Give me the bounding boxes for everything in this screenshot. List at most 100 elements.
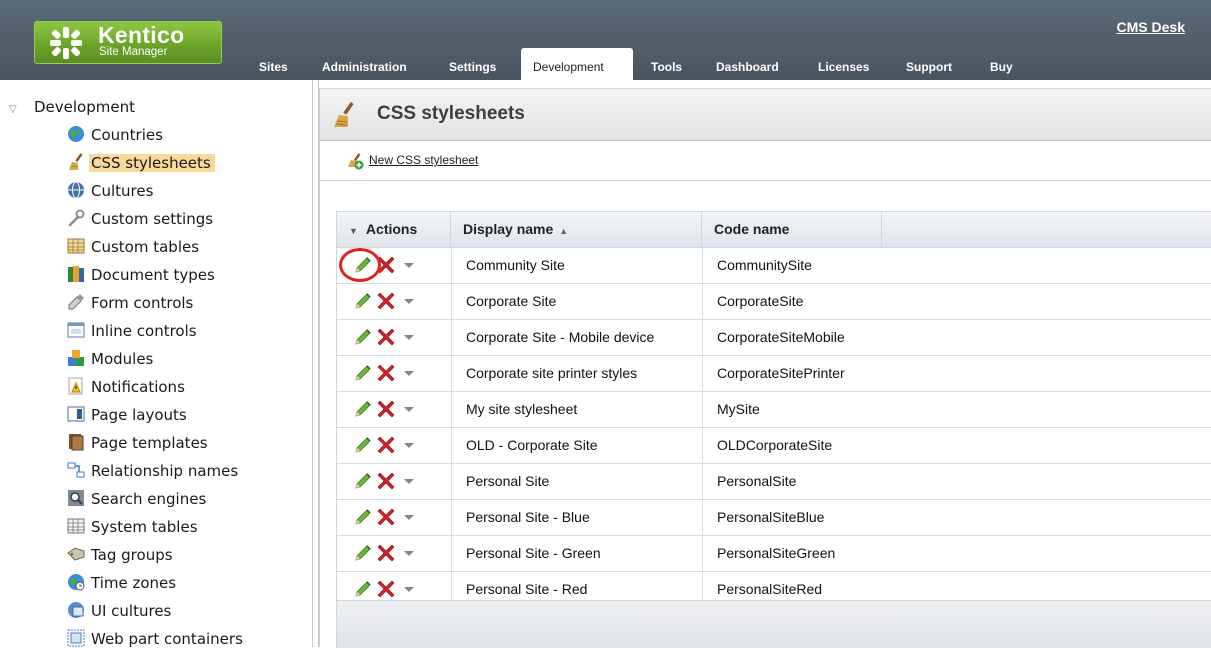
edit-pencil-icon[interactable] <box>353 399 373 419</box>
edit-pencil-icon[interactable] <box>353 471 373 491</box>
edit-pencil-icon[interactable] <box>353 507 373 527</box>
row-actions-cell <box>337 284 451 319</box>
tree-root-development[interactable]: ▽ Development <box>9 98 135 116</box>
table-row[interactable]: Personal Site PersonalSite <box>337 464 1211 500</box>
sidebar-item-label: Tag groups <box>91 546 173 564</box>
sidebar-item-countries[interactable]: Countries <box>67 123 167 147</box>
sidebar-item-tag-groups[interactable]: Tag groups <box>67 543 177 567</box>
tab-tools[interactable]: Tools <box>651 55 682 80</box>
code-name-cell: PersonalSiteGreen <box>702 536 882 571</box>
edit-pencil-icon[interactable] <box>353 579 373 599</box>
edit-pencil-icon[interactable] <box>353 291 373 311</box>
table-row[interactable]: OLD - Corporate Site OLDCorporateSite <box>337 428 1211 464</box>
table-row[interactable]: Personal Site - Blue PersonalSiteBlue <box>337 500 1211 536</box>
ui-culture-icon <box>68 602 84 618</box>
sidebar-item-label: Custom tables <box>91 238 200 256</box>
collapse-triangle-icon[interactable]: ▽ <box>9 104 21 115</box>
sidebar-item-label: Custom settings <box>91 210 214 228</box>
more-actions-dropdown-icon[interactable] <box>399 327 419 347</box>
sidebar-item-label: Time zones <box>91 574 177 592</box>
column-header-display-name[interactable]: Display name ▲ <box>451 212 702 247</box>
sidebar-item-notifications[interactable]: Notifications <box>67 375 189 399</box>
delete-x-icon[interactable] <box>376 291 396 311</box>
table-row[interactable]: Corporate Site - Mobile device Corporate… <box>337 320 1211 356</box>
sidebar-item-search-engines[interactable]: Search engines <box>67 487 210 511</box>
clock-globe-icon <box>68 574 85 591</box>
more-actions-dropdown-icon[interactable] <box>399 507 419 527</box>
more-actions-dropdown-icon[interactable] <box>399 399 419 419</box>
sidebar-item-page-templates[interactable]: Page templates <box>67 431 212 455</box>
tab-sites[interactable]: Sites <box>259 55 288 80</box>
tab-settings[interactable]: Settings <box>449 55 496 80</box>
sidebar-item-cultures[interactable]: Cultures <box>67 179 157 203</box>
chevron-down-icon[interactable]: ▼ <box>349 226 358 236</box>
pane-splitter[interactable] <box>312 80 319 647</box>
kentico-logo[interactable]: Kentico Site Manager <box>34 21 222 64</box>
sidebar-item-relationship-names[interactable]: Relationship names <box>67 459 242 483</box>
sidebar-item-css-stylesheets[interactable]: CSS stylesheets <box>67 151 215 175</box>
table-row[interactable]: Community Site CommunitySite <box>337 248 1211 284</box>
page-header: CSS stylesheets <box>319 88 1211 141</box>
sidebar-item-system-tables[interactable]: System tables <box>67 515 202 539</box>
main-content: CSS stylesheets New CSS stylesheet ▼ Acti… <box>319 80 1211 648</box>
delete-x-icon[interactable] <box>376 399 396 419</box>
delete-x-icon[interactable] <box>376 435 396 455</box>
new-css-stylesheet-link[interactable]: New CSS stylesheet <box>369 153 478 167</box>
sidebar-item-document-types[interactable]: Document types <box>67 263 219 287</box>
globe-icon <box>68 126 84 142</box>
row-actions-cell <box>337 428 451 463</box>
delete-x-icon[interactable] <box>376 363 396 383</box>
notification-icon <box>68 377 83 395</box>
display-name-cell: Community Site <box>451 248 702 283</box>
column-header-actions[interactable]: ▼ Actions <box>337 212 451 247</box>
display-name-cell: Personal Site - Green <box>451 536 702 571</box>
relationship-icon <box>67 462 85 478</box>
more-actions-dropdown-icon[interactable] <box>399 579 419 599</box>
delete-x-icon[interactable] <box>376 471 396 491</box>
sidebar-item-web-part-containers[interactable]: Web part containers <box>67 627 247 647</box>
table-row[interactable]: Corporate site printer styles CorporateS… <box>337 356 1211 392</box>
sidebar-item-page-layouts[interactable]: Page layouts <box>67 403 191 427</box>
row-actions-cell <box>337 248 451 283</box>
tab-buy[interactable]: Buy <box>990 55 1013 80</box>
sidebar-item-custom-settings[interactable]: Custom settings <box>67 207 217 231</box>
sidebar-item-label: Modules <box>91 350 154 368</box>
edit-pencil-icon[interactable] <box>353 543 373 563</box>
sidebar-item-inline-controls[interactable]: Inline controls <box>67 319 201 343</box>
sidebar-item-time-zones[interactable]: Time zones <box>67 571 180 595</box>
sidebar-item-modules[interactable]: Modules <box>67 347 157 371</box>
puzzle-icon <box>68 350 84 366</box>
display-name-cell: My site stylesheet <box>451 392 702 427</box>
edit-pencil-icon[interactable] <box>353 435 373 455</box>
delete-x-icon[interactable] <box>376 543 396 563</box>
tab-dashboard[interactable]: Dashboard <box>716 55 779 80</box>
edit-pencil-icon[interactable] <box>353 327 373 347</box>
delete-x-icon[interactable] <box>376 327 396 347</box>
sidebar-item-ui-cultures[interactable]: UI cultures <box>67 599 175 623</box>
edit-pencil-icon[interactable] <box>353 363 373 383</box>
grid-body: Community Site CommunitySite Corporate S… <box>337 248 1211 608</box>
new-stylesheet-icon[interactable] <box>347 153 364 170</box>
more-actions-dropdown-icon[interactable] <box>399 435 419 455</box>
tab-licenses[interactable]: Licenses <box>818 55 869 80</box>
sidebar-item-label: Cultures <box>91 182 154 200</box>
logo-product-text: Site Manager <box>99 46 168 58</box>
table-row[interactable]: Personal Site - Green PersonalSiteGreen <box>337 536 1211 572</box>
cms-desk-link[interactable]: CMS Desk <box>1117 19 1185 35</box>
tab-support[interactable]: Support <box>906 55 952 80</box>
more-actions-dropdown-icon[interactable] <box>399 255 419 275</box>
more-actions-dropdown-icon[interactable] <box>399 363 419 383</box>
tab-administration[interactable]: Administration <box>322 55 407 80</box>
more-actions-dropdown-icon[interactable] <box>399 543 419 563</box>
row-actions-cell <box>337 500 451 535</box>
more-actions-dropdown-icon[interactable] <box>399 471 419 491</box>
tab-development[interactable]: Development <box>521 48 633 80</box>
table-row[interactable]: My site stylesheet MySite <box>337 392 1211 428</box>
column-header-code-name[interactable]: Code name <box>702 212 882 247</box>
table-row[interactable]: Corporate Site CorporateSite <box>337 284 1211 320</box>
more-actions-dropdown-icon[interactable] <box>399 291 419 311</box>
sidebar-item-form-controls[interactable]: Form controls <box>67 291 197 315</box>
delete-x-icon[interactable] <box>376 507 396 527</box>
delete-x-icon[interactable] <box>376 579 396 599</box>
sidebar-item-custom-tables[interactable]: Custom tables <box>67 235 203 259</box>
